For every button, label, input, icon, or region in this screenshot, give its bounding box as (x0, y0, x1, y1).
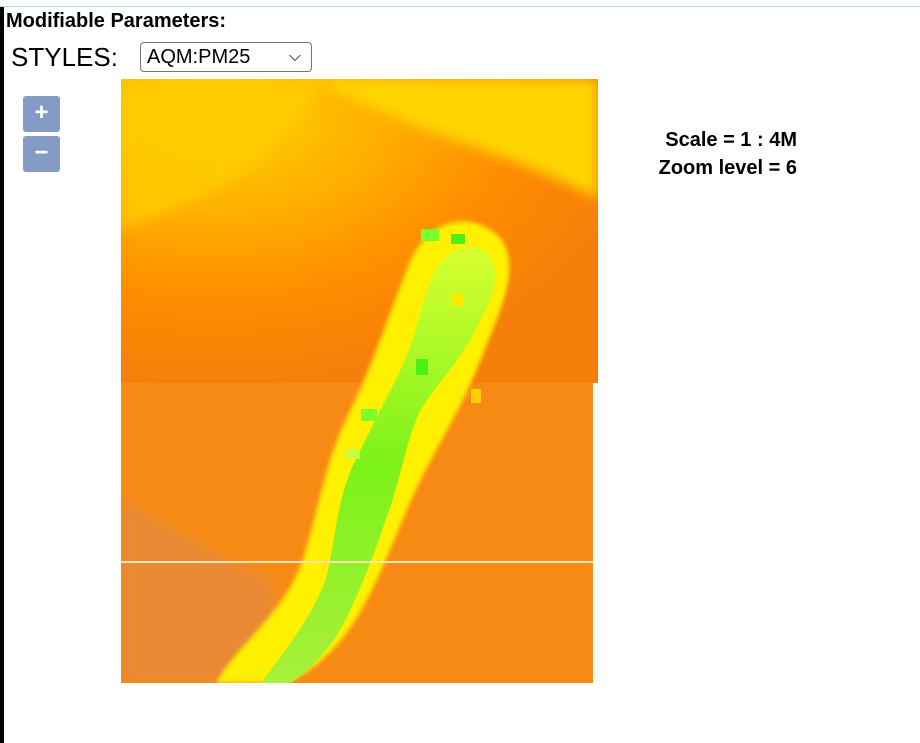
zoom-out-button[interactable]: − (23, 136, 60, 172)
plume-patch (451, 234, 465, 244)
pm25-map[interactable] (121, 79, 598, 683)
window-left-border (0, 0, 4, 743)
chevron-down-icon: ⌵ (288, 48, 301, 65)
scale-info: Scale = 1 : 4M Zoom level = 6 (600, 126, 797, 182)
styles-label: STYLES: (11, 42, 118, 72)
modifiable-parameters-heading: Modifiable Parameters: (6, 10, 227, 32)
map-edge-gap (593, 383, 598, 683)
scale-text: Scale = 1 : 4M (665, 129, 797, 151)
plume-patch (361, 409, 377, 421)
styles-select[interactable]: AQM:PM25 ⌵ (140, 42, 312, 72)
plume-patch (346, 449, 360, 459)
plume-patch (471, 389, 481, 403)
plume-patch (401, 309, 415, 321)
zoom-in-button[interactable]: + (23, 96, 60, 132)
plume-patch (416, 359, 428, 375)
zoom-level-text: Zoom level = 6 (658, 157, 797, 179)
top-divider (0, 0, 920, 7)
map-seam-line (121, 561, 593, 563)
plume-patch (421, 229, 439, 241)
plume-patch (451, 294, 463, 306)
styles-selected-value: AQM:PM25 (147, 46, 251, 68)
